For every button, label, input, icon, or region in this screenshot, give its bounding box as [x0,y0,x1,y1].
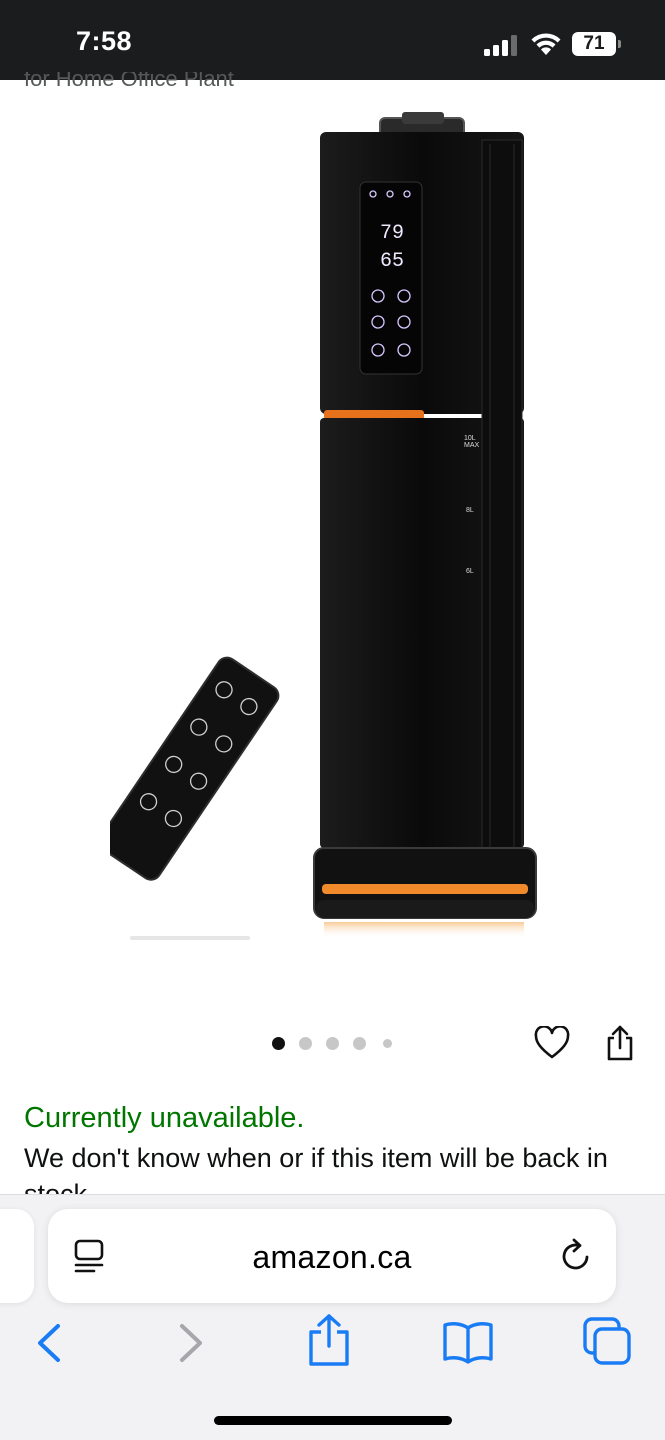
humidifier-product-image[interactable]: 79 65 10L MAX 8L 6L [110,110,560,980]
heart-icon[interactable] [534,1026,570,1060]
url-text[interactable]: amazon.ca [48,1239,616,1276]
home-indicator [214,1416,452,1425]
svg-text:65: 65 [380,250,404,273]
availability-note: We don't know when or if this item will … [24,1143,608,1196]
back-icon[interactable] [34,1322,64,1364]
battery-level: 71 [583,33,605,54]
product-title-partial: for Home Office Plant [24,72,644,94]
carousel-dot[interactable] [272,1037,285,1050]
carousel-dot[interactable] [299,1037,312,1050]
svg-text:79: 79 [380,222,404,245]
share-icon[interactable] [306,1312,352,1368]
address-bar[interactable]: amazon.ca [48,1209,616,1303]
carousel-dot[interactable] [326,1037,339,1050]
wifi-icon [531,33,561,55]
status-time: 7:58 [76,26,133,56]
tabs-icon[interactable] [582,1316,632,1366]
product-title-text: for Home Office Plant [24,72,234,91]
svg-text:6L: 6L [466,568,474,575]
svg-text:MAX: MAX [464,442,480,449]
forward-icon[interactable] [176,1322,206,1364]
svg-text:10L: 10L [464,435,476,442]
reload-icon[interactable] [558,1237,594,1275]
image-carousel-dots[interactable] [270,1036,410,1050]
availability-status: Currently unavailable. [24,1102,305,1134]
battery-icon: 71 [572,32,622,56]
status-bar: 7:58 71 [0,0,665,80]
bookmarks-icon[interactable] [442,1320,494,1364]
carousel-dot[interactable] [353,1037,366,1050]
cellular-signal-icon [484,35,517,56]
share-icon[interactable] [604,1024,636,1062]
carousel-dot[interactable] [383,1039,392,1048]
svg-text:8L: 8L [466,507,474,514]
previous-tab-card[interactable] [0,1209,34,1303]
